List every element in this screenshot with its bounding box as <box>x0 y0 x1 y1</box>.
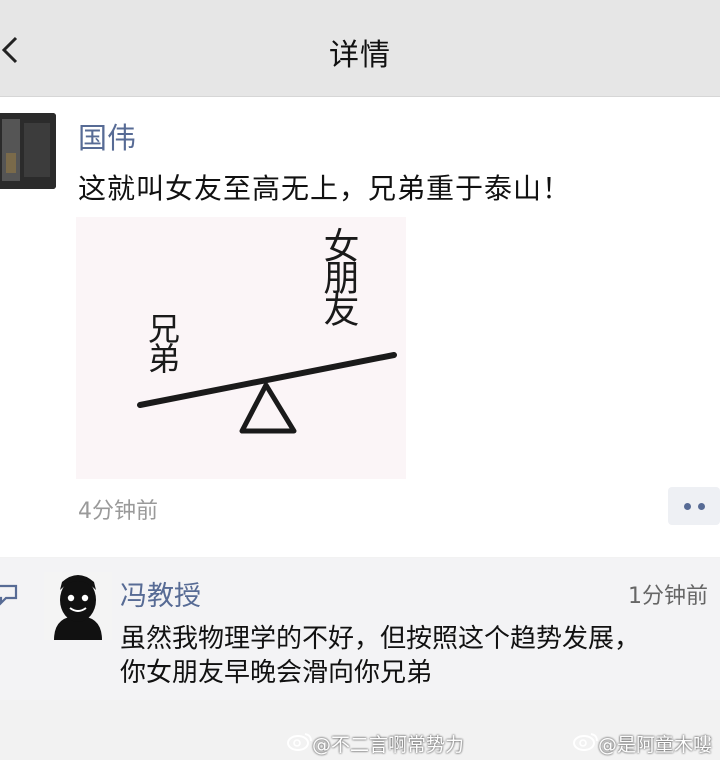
more-actions-button[interactable] <box>668 487 720 525</box>
watermark-left: @不二言啊常势力 <box>312 734 465 756</box>
moment-post: 国伟 这就叫女友至高无上，兄弟重于泰山！ 兄弟 女朋友 4分钟前 <box>0 97 720 557</box>
commenter-avatar[interactable] <box>44 572 112 640</box>
page-title: 详情 <box>329 38 391 73</box>
post-time: 4分钟前 <box>78 499 158 524</box>
comment-text-line1: 虽然我物理学的不好，但按照这个趋势发展， <box>120 624 641 654</box>
avatar-photo <box>0 113 56 189</box>
image-label-girlfriend: 女朋友 <box>318 227 359 327</box>
comment-icon <box>0 580 22 606</box>
author-avatar[interactable] <box>0 113 56 189</box>
comment-author[interactable]: 冯教授 <box>120 574 201 613</box>
avatar-photo <box>44 572 112 640</box>
seesaw-fulcrum <box>239 382 297 434</box>
weibo-icon <box>573 733 598 751</box>
image-label-brother: 兄弟 <box>143 312 181 374</box>
navigation-bar: 详情 <box>0 0 720 97</box>
comment-section: 冯教授 1分钟前 虽然我物理学的不好，但按照这个趋势发展， 你女朋友早晚会滑向你… <box>0 558 720 700</box>
more-dots-icon <box>684 503 691 510</box>
weibo-icon <box>287 733 312 751</box>
post-image[interactable]: 兄弟 女朋友 <box>76 217 406 479</box>
post-author[interactable]: 国伟 <box>78 115 136 157</box>
watermark-right: @是阿童木嘍 <box>598 734 713 756</box>
post-text: 这就叫女友至高无上，兄弟重于泰山！ <box>78 172 572 205</box>
comment-time: 1分钟前 <box>628 584 708 609</box>
seesaw-drawing: 兄弟 女朋友 <box>137 227 397 434</box>
comment-text-line2: 你女朋友早晚会滑向你兄弟 <box>120 658 433 688</box>
more-dots-icon <box>698 503 705 510</box>
